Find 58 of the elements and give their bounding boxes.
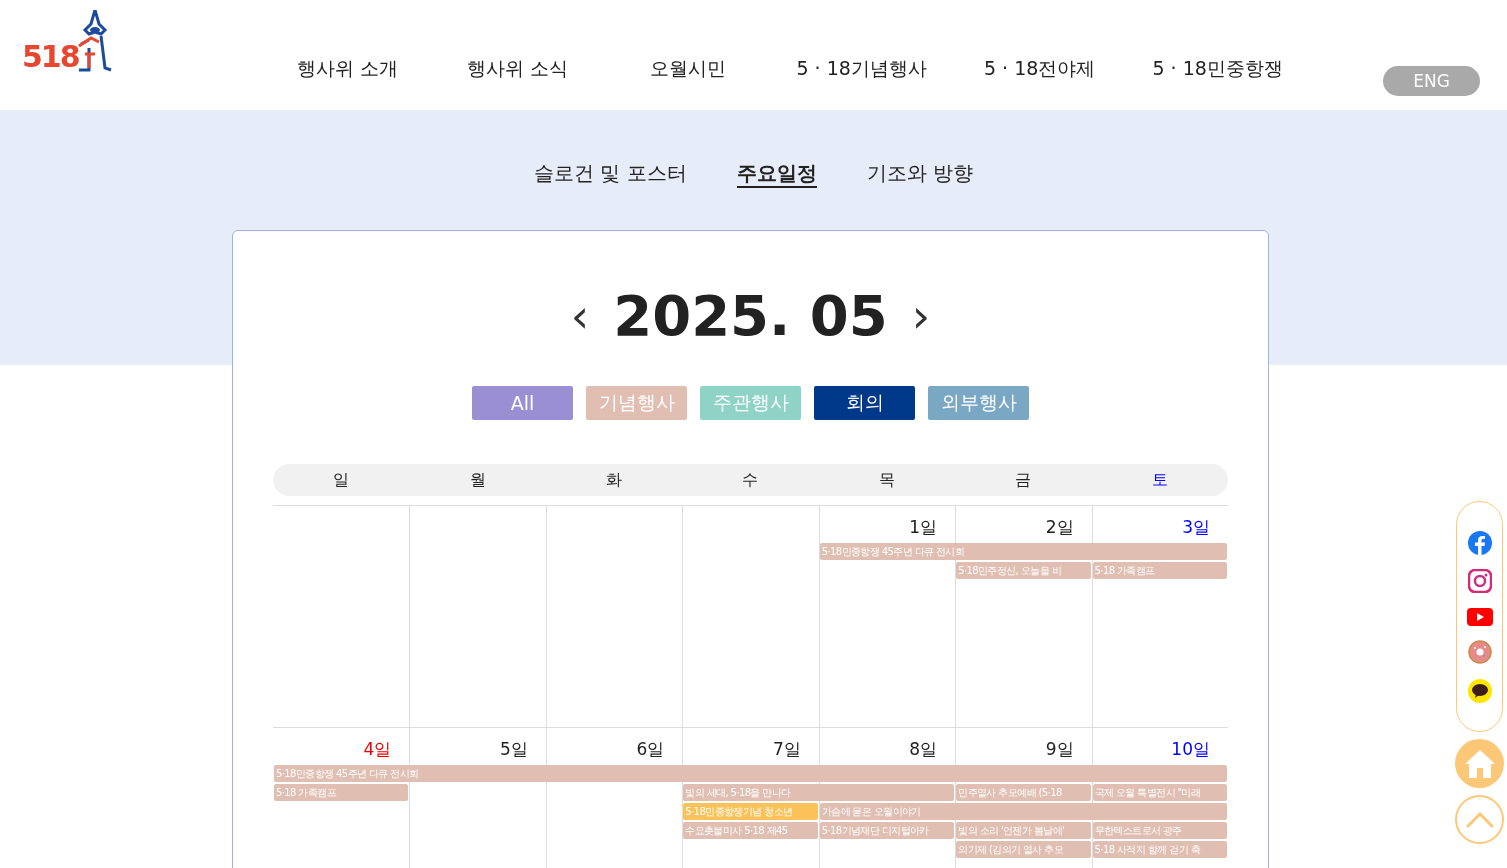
date-number: 4일 <box>363 738 392 761</box>
category-filter-button[interactable]: 회의 <box>814 386 915 420</box>
weekday-label: 수 <box>741 469 760 491</box>
weekday-label: 일 <box>332 469 351 491</box>
event-bar[interactable]: 빛의 세대, 5·18을 만나다 <box>683 784 955 801</box>
nav-link[interactable]: 5 · 18전야제 <box>950 56 1129 82</box>
nav-link[interactable]: 행사위 소식 <box>432 56 603 82</box>
date-number: 2일 <box>1045 516 1074 539</box>
sub-tab[interactable]: 슬로건 및 포스터 <box>533 160 687 188</box>
weekday-label: 목 <box>877 469 896 491</box>
date-number: 8일 <box>909 738 938 761</box>
nav-link[interactable]: 오월시민 <box>602 56 773 82</box>
facebook-icon[interactable] <box>1467 530 1492 555</box>
event-bar[interactable]: 민주열사 추모예배 (5·18 <box>956 784 1091 801</box>
category-filter-button[interactable]: All <box>472 386 573 420</box>
chat-talk-icon[interactable] <box>1467 678 1492 703</box>
event-bar[interactable]: 5·18민중항쟁 45주년 다큐 전시회 <box>274 765 1227 782</box>
event-bar[interactable]: 5·18민중항쟁기념 청소년 <box>683 803 818 820</box>
category-filter-button[interactable]: 기념행사 <box>586 386 687 420</box>
event-bar[interactable]: 국제 오월 특별전시 "미래 <box>1092 784 1227 801</box>
instagram-icon[interactable] <box>1467 569 1492 593</box>
event-bar[interactable]: 수요촛불미사 5·18 제45 <box>683 822 818 839</box>
weekday-label: 화 <box>605 469 624 491</box>
event-bar[interactable]: 5·18민주정신, 오늘을 비 <box>956 562 1091 579</box>
donut-icon[interactable] <box>1467 640 1492 664</box>
date-number: 1일 <box>909 516 938 539</box>
event-bar[interactable]: 5·18 사적지 함께 걷기 축 <box>1092 841 1227 858</box>
event-bar[interactable]: 5·18 가족캠프 <box>1092 562 1227 579</box>
event-bar[interactable]: 5·18 가족캠프 <box>274 784 409 801</box>
weekday-label: 금 <box>1014 469 1033 491</box>
sub-tab[interactable]: 기조와 방향 <box>866 160 974 188</box>
next-month-button[interactable]: › <box>907 292 935 339</box>
event-bar[interactable]: 의기제 (김의기 열사 추모 <box>956 841 1091 858</box>
date-number: 3일 <box>1182 516 1210 539</box>
sub-tab[interactable]: 주요일정 <box>736 160 817 188</box>
category-filter-button[interactable]: 주관행사 <box>700 386 801 420</box>
event-bar[interactable]: 5·18민중항쟁 45주년 다큐 전시회 <box>819 543 1227 560</box>
event-bar[interactable]: 가슴에 묻은 오월이야기 <box>819 803 1227 820</box>
previous-month-button[interactable]: ‹ <box>566 292 594 339</box>
language-button[interactable]: ENG <box>1383 66 1480 96</box>
weekday-label: 월 <box>468 469 487 491</box>
youtube-icon[interactable] <box>1466 607 1493 626</box>
date-number: 5일 <box>500 738 528 761</box>
nav-link[interactable]: 행사위 소개 <box>262 56 433 82</box>
date-number: 10일 <box>1171 738 1210 761</box>
nav-link[interactable]: 5 · 18기념행사 <box>772 56 951 82</box>
category-filter-button[interactable]: 외부행사 <box>928 386 1029 420</box>
date-number: 6일 <box>636 738 665 761</box>
chevron-up-icon <box>1465 811 1494 828</box>
weekday-label: 토 <box>1150 469 1169 491</box>
nav-link[interactable]: 5 · 18민중항쟁 <box>1128 56 1307 82</box>
date-number: 9일 <box>1045 738 1074 761</box>
logo-text[interactable]: 518 <box>22 42 79 72</box>
event-bar[interactable]: 빛의 소리 '언젠가 봄날에' <box>956 822 1091 839</box>
event-bar[interactable]: 무한텍스트로서 광주 <box>1092 822 1227 839</box>
month-title: 2025. 05 <box>613 283 888 348</box>
date-number: 7일 <box>772 738 801 761</box>
event-bar[interactable]: 5·18기념재단 디지털아카 <box>819 822 955 839</box>
